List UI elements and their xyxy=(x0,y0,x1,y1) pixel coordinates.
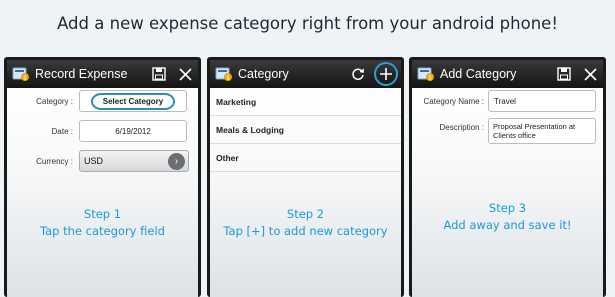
refresh-button[interactable] xyxy=(345,60,371,88)
app-icon: $ xyxy=(12,67,29,82)
step-text: Add away and save it! xyxy=(443,218,572,232)
save-button[interactable] xyxy=(146,60,172,88)
category-row: Category : Select Category xyxy=(7,90,198,112)
screen-body: Category : Select Category Date : 6/19/2… xyxy=(7,88,198,297)
close-icon xyxy=(178,67,192,81)
refresh-icon xyxy=(352,68,365,81)
titlebar: $ Record Expense xyxy=(7,60,198,88)
screen-title: Category xyxy=(238,67,289,81)
app-icon: $ xyxy=(215,67,232,82)
titlebar: $ Add Category xyxy=(412,60,603,88)
list-item[interactable]: Meals & Lodging xyxy=(210,116,401,144)
phone-screen-record-expense: $ Record Expense Category : Select Categ… xyxy=(4,57,201,297)
svg-text:$: $ xyxy=(226,75,230,82)
step-caption: Step 3 Add away and save it! xyxy=(412,200,603,234)
step-text: Tap the category field xyxy=(40,224,165,238)
save-icon xyxy=(152,67,166,81)
currency-label: Currency : xyxy=(36,156,73,166)
svg-text:$: $ xyxy=(428,75,432,82)
close-button[interactable] xyxy=(172,60,198,88)
date-row: Date : 6/19/2012 xyxy=(7,120,198,142)
close-icon xyxy=(583,67,597,81)
step-caption: Step 1 Tap the category field xyxy=(7,206,198,240)
list-item[interactable]: Other xyxy=(210,144,401,172)
chevron-right-icon[interactable]: › xyxy=(168,152,185,170)
phone-screen-add-category: $ Add Category Category Name : Travel De… xyxy=(409,57,606,297)
headline: Add a new expense category right from yo… xyxy=(57,14,558,33)
step-text: Tap [+] to add new category xyxy=(223,224,388,238)
step-title: Step 1 xyxy=(83,207,122,221)
step-caption: Step 2 Tap [+] to add new category xyxy=(210,206,401,240)
description-row: Description : Proposal Presentation at C… xyxy=(412,118,603,144)
add-icon xyxy=(380,68,392,80)
currency-row: Currency : USD › xyxy=(7,150,198,172)
list-item[interactable]: Marketing xyxy=(210,88,401,116)
svg-text:$: $ xyxy=(23,75,27,82)
date-label: Date : xyxy=(51,126,73,136)
highlight-ring xyxy=(374,62,398,86)
titlebar: $ Category xyxy=(210,60,401,88)
save-icon xyxy=(557,67,571,81)
category-name-label: Category Name : xyxy=(423,96,484,106)
app-icon: $ xyxy=(417,67,434,82)
category-select[interactable]: Select Category xyxy=(90,92,176,110)
phone-screen-category: $ Category Marketing Meals & Lodging Oth… xyxy=(207,57,404,297)
description-label: Description : xyxy=(439,123,484,132)
save-button[interactable] xyxy=(551,60,577,88)
currency-spinner[interactable]: USD › xyxy=(79,150,189,172)
screen-title: Record Expense xyxy=(35,67,128,81)
step-title: Step 3 xyxy=(488,201,527,215)
category-name-value: Travel xyxy=(494,96,516,106)
date-field[interactable]: 6/19/2012 xyxy=(79,120,187,142)
category-name-field[interactable]: Travel xyxy=(488,90,596,112)
step-title: Step 2 xyxy=(286,207,325,221)
screen-title: Add Category xyxy=(440,67,517,81)
add-category-button[interactable] xyxy=(371,60,401,88)
currency-value: USD xyxy=(84,156,104,166)
category-label: Category : xyxy=(36,96,73,106)
date-value: 6/19/2012 xyxy=(115,126,151,136)
close-button[interactable] xyxy=(577,60,603,88)
category-name-row: Category Name : Travel xyxy=(412,90,603,112)
category-list: Marketing Meals & Lodging Other Step 2 T… xyxy=(210,88,401,297)
screen-body: Category Name : Travel Description : Pro… xyxy=(412,88,603,297)
category-field[interactable]: Select Category xyxy=(79,90,187,112)
description-field[interactable]: Proposal Presentation at Clients office xyxy=(488,118,596,144)
description-value: Proposal Presentation at Clients office xyxy=(493,122,576,140)
